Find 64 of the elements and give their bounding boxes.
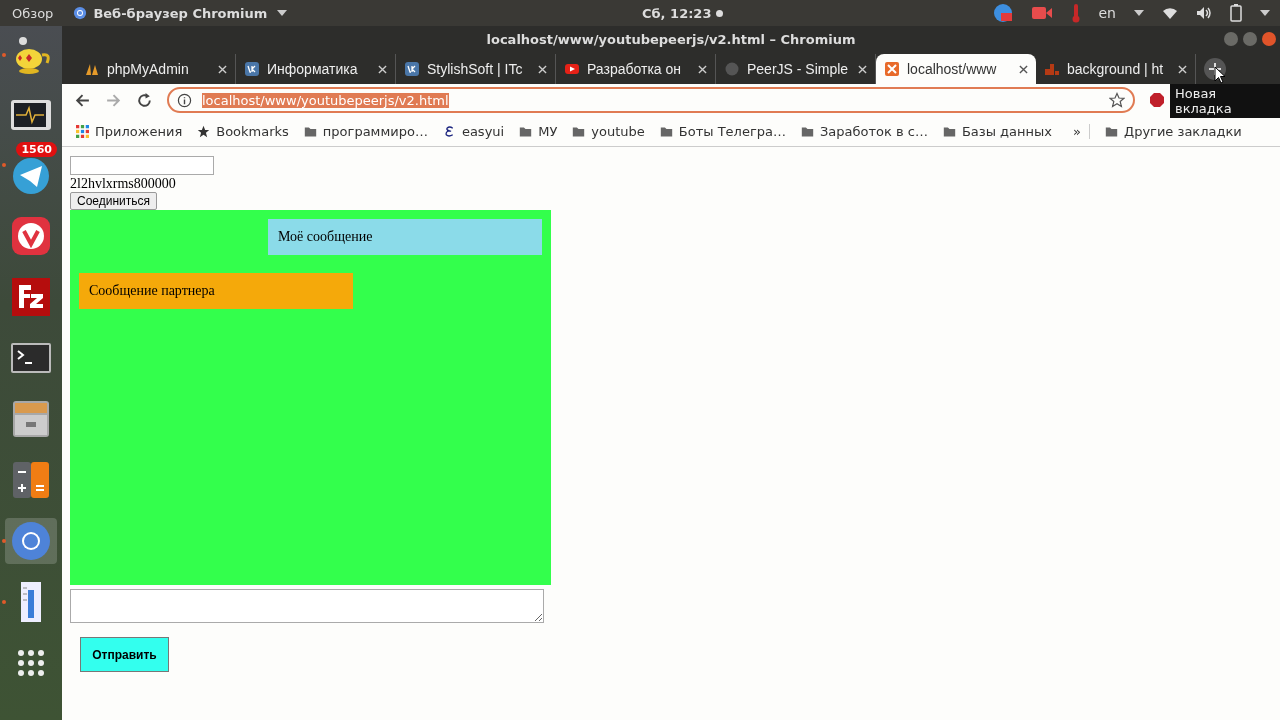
message-field[interactable] [70,589,544,623]
bookmark-item[interactable]: программиро… [303,123,428,139]
bookmark-item[interactable]: youtube [572,123,645,139]
mouse-cursor [1214,66,1226,84]
battery-icon[interactable] [1230,4,1242,22]
folder-icon [519,124,533,138]
peer-id-text: 2l2hvlxrms800000 [70,175,177,192]
vk-icon [404,61,420,77]
bookmark-item[interactable]: МУ [519,123,558,139]
chromium-icon [73,6,88,20]
blocks-icon [1044,61,1060,77]
running-dot [2,600,6,604]
reload-button[interactable] [136,91,153,109]
bookmark-item[interactable]: Боты Телегра… [659,123,786,139]
youtube-icon [564,61,580,77]
vk-icon [244,61,260,77]
maximize-button[interactable] [1243,32,1257,46]
folder-icon [659,124,673,138]
browser-tab[interactable]: localhost/www [876,54,1036,84]
apps-grid-icon [76,124,89,138]
bookmark-item[interactable]: easyui [442,123,505,139]
peer-id-field[interactable] [70,156,214,175]
caret-icon[interactable] [1260,10,1270,16]
bookmark-item[interactable]: Заработок в с… [800,123,928,139]
caret-icon [277,10,288,16]
close-icon[interactable] [1019,64,1028,74]
running-dot [2,53,6,57]
info-icon[interactable] [177,92,192,108]
bookmark-item[interactable]: Приложения [76,123,183,139]
recorder-icon[interactable] [992,3,1013,23]
bookmark-item[interactable]: Базы данных [942,123,1052,139]
dock-item[interactable]: 1560 [5,142,57,198]
more-bookmarks-button[interactable]: » [1073,123,1090,139]
notification-badge: 1560 [16,142,57,157]
language-indicator[interactable]: en [1098,5,1116,21]
connect-button[interactable]: Соединиться [70,192,158,210]
folder-icon [800,124,814,138]
wifi-icon[interactable] [1162,6,1178,20]
adblock-icon[interactable] [1149,92,1165,108]
clock[interactable]: Сб, 12:23 [642,5,712,21]
running-dot [2,539,6,543]
other-bookmarks-item[interactable]: Другие закладки [1105,123,1242,139]
close-button[interactable] [1262,32,1276,46]
folder-icon [572,124,586,138]
camera-icon[interactable] [1030,5,1053,21]
own-message: Моё сообщение [268,219,542,255]
xampp-icon [884,61,900,77]
bookmark-item[interactable]: Bookmarks [197,123,289,139]
minimize-button[interactable] [1224,32,1238,46]
partner-message: Сообщение партнера [79,273,353,309]
app-menu[interactable]: Веб-браузер Chromium [73,5,288,21]
activities-button[interactable]: Обзор [12,5,54,21]
folder-icon [303,124,317,138]
volume-icon[interactable] [1196,6,1212,20]
folder-icon [942,124,956,138]
folder-icon [1105,124,1118,138]
notification-dot [716,9,723,17]
running-dot [2,163,6,167]
star-icon [197,124,211,138]
bookmark-star-icon[interactable] [1109,92,1125,108]
window-title: localhost/www/youtubepeerjs/v2.html – Chromium [486,31,856,47]
send-button[interactable]: Отправить [80,637,169,672]
tooltip: Новая вкладка [1170,84,1280,118]
caret-icon[interactable] [1134,10,1144,16]
